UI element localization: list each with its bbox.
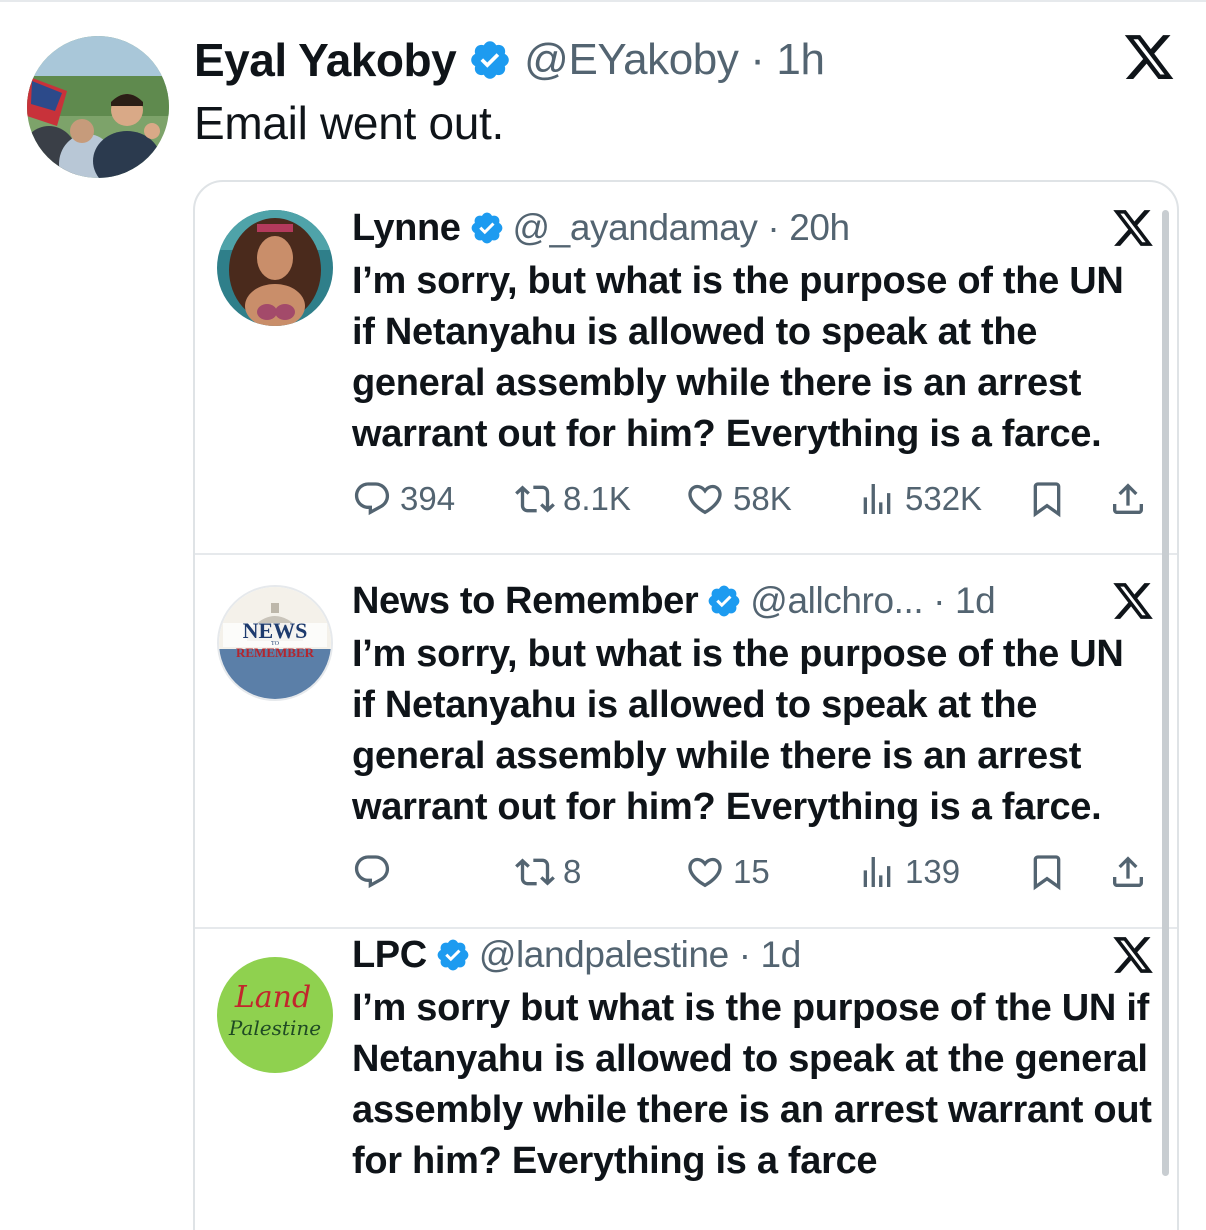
scrollbar[interactable]: [1162, 210, 1169, 1176]
tweet-text: I’m sorry, but what is the purpose of th…: [352, 260, 1124, 455]
quoted-tweet[interactable]: NEWS TO REMEMBER News to Remember @allch…: [195, 555, 1177, 927]
handle-and-time[interactable]: @landpalestine · 1d: [479, 934, 801, 976]
views-icon: [863, 484, 891, 514]
action-bar: 8 15 139: [352, 847, 1157, 897]
handle-and-time[interactable]: @_ayandamay · 20h: [513, 207, 851, 249]
remember-logo-text: REMEMBER: [236, 645, 315, 660]
x-logo-icon: [1124, 35, 1174, 79]
reply-icon: [354, 855, 390, 889]
views-button[interactable]: 139: [857, 847, 960, 897]
verified-badge-icon: [437, 939, 469, 971]
tweet-text: Email went out.: [194, 97, 504, 149]
verified-badge-icon: [471, 212, 502, 244]
display-name[interactable]: News to Remember: [352, 580, 699, 623]
palestine-logo-text: Palestine: [228, 1016, 321, 1040]
like-button[interactable]: 58K: [685, 474, 792, 524]
repost-button[interactable]: 8: [515, 847, 581, 897]
repost-count: 8: [563, 853, 582, 890]
reply-button[interactable]: [352, 847, 400, 897]
quoted-tweet[interactable]: Lynne @_ayandamay · 20h I’m sorry, but w…: [195, 182, 1177, 554]
repost-button[interactable]: 8.1K: [515, 474, 631, 524]
repost-count: 8.1K: [563, 480, 631, 517]
views-button[interactable]: 532K: [857, 474, 982, 524]
like-button[interactable]: 15: [685, 847, 770, 897]
display-name[interactable]: Eyal Yakoby: [194, 33, 457, 87]
quoted-tweet[interactable]: Land Palestine LPC @landpalestine · 1d I…: [195, 929, 1177, 1230]
share-button[interactable]: [1108, 474, 1148, 524]
quoted-tweets-card[interactable]: Lynne @_ayandamay · 20h I’m sorry, but w…: [193, 180, 1179, 1230]
views-count: 532K: [905, 480, 983, 517]
avatar[interactable]: [217, 210, 333, 326]
action-bar: 394 8.1K 58K 532K: [352, 474, 1157, 524]
tweet-header: Eyal Yakoby @EYakoby · 1h: [194, 30, 825, 90]
reply-count: 394: [400, 480, 456, 517]
like-icon: [688, 484, 722, 515]
handle-and-time[interactable]: @allchro... · 1d: [750, 580, 995, 622]
verified-badge-icon: [708, 585, 740, 617]
tweet-text: I’m sorry, but what is the purpose of th…: [352, 633, 1124, 828]
repost-icon: [515, 858, 555, 886]
handle-and-time[interactable]: @EYakoby · 1h: [524, 35, 825, 85]
tweet-header: News to Remember @allchro... · 1d: [352, 575, 996, 627]
share-icon: [1113, 483, 1143, 514]
bookmark-button[interactable]: [1027, 474, 1067, 524]
share-button[interactable]: [1108, 847, 1148, 897]
bookmark-icon: [1033, 482, 1061, 518]
avatar[interactable]: NEWS TO REMEMBER: [217, 585, 333, 701]
views-count: 139: [905, 853, 961, 890]
display-name[interactable]: Lynne: [352, 207, 461, 250]
verified-badge-icon: [471, 41, 509, 79]
repost-icon: [515, 485, 555, 513]
land-logo-text: Land: [234, 980, 311, 1015]
share-icon: [1113, 856, 1143, 887]
views-icon: [863, 857, 891, 887]
bookmark-button[interactable]: [1027, 847, 1067, 897]
reply-icon: [354, 482, 390, 516]
like-icon: [688, 857, 722, 888]
avatar[interactable]: Land Palestine: [217, 957, 333, 1073]
avatar[interactable]: [27, 36, 169, 178]
like-count: 58K: [733, 480, 792, 517]
x-logo-icon: [1113, 210, 1153, 246]
x-logo-icon: [1113, 583, 1153, 619]
bookmark-icon: [1033, 855, 1061, 891]
tweet-header: LPC @landpalestine · 1d: [352, 929, 801, 981]
reply-button[interactable]: 394: [352, 474, 455, 524]
display-name[interactable]: LPC: [352, 934, 427, 977]
x-logo-icon: [1113, 937, 1153, 973]
top-divider: [0, 0, 1206, 2]
tweet-text: I’m sorry but what is the purpose of the…: [352, 987, 1152, 1182]
news-logo-text: NEWS: [243, 618, 308, 643]
like-count: 15: [733, 853, 770, 890]
tweet-header: Lynne @_ayandamay · 20h: [352, 202, 850, 254]
